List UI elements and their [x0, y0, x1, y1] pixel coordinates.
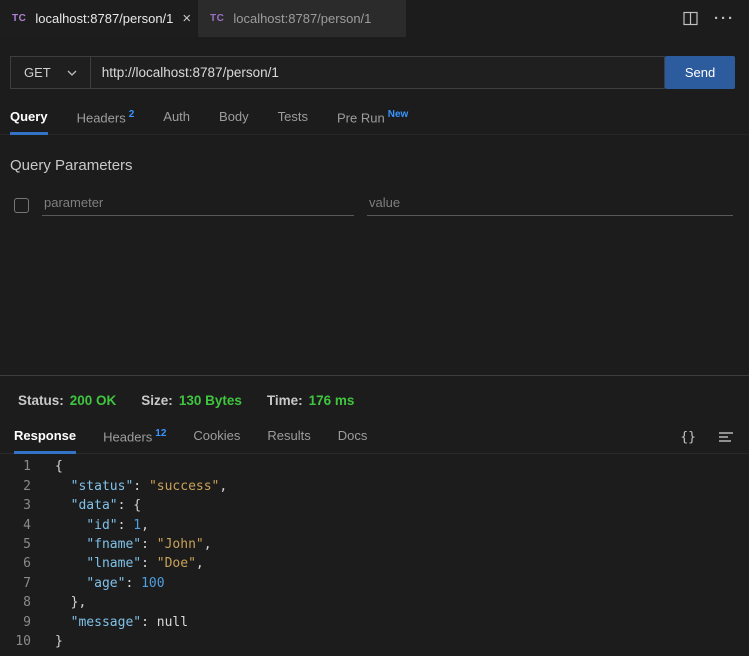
- section-title: Query Parameters: [10, 157, 749, 174]
- tab-pre-run[interactable]: Pre RunNew: [337, 102, 408, 134]
- status-value: 200 OK: [70, 393, 117, 408]
- status-item: Size: 130 Bytes: [141, 393, 242, 408]
- code-line: 6 "lname": "Doe",: [0, 554, 749, 573]
- editor-tab-active[interactable]: TC localhost:8787/person/1 ×: [0, 0, 196, 37]
- code-line: 8 },: [0, 593, 749, 612]
- response-tabs: Response Headers12 Cookies Results Docs {}: [0, 421, 749, 454]
- method-select[interactable]: GET: [10, 56, 91, 89]
- line-content: "age": 100: [55, 574, 165, 593]
- status-label: Time:: [267, 393, 303, 408]
- tab-headers[interactable]: Headers12: [103, 421, 166, 453]
- response-toolbar: {}: [680, 430, 749, 445]
- line-number: 8: [0, 593, 31, 612]
- code-line: 10}: [0, 632, 749, 651]
- status-item: Status: 200 OK: [18, 393, 116, 408]
- line-number: 1: [0, 457, 31, 476]
- query-param-row: [14, 191, 733, 216]
- tab-response[interactable]: Response: [14, 421, 76, 453]
- tab-tests[interactable]: Tests: [278, 102, 308, 134]
- method-label: GET: [24, 65, 51, 80]
- thunder-client-icon: TC: [12, 13, 26, 24]
- tab-badge: 2: [129, 109, 135, 120]
- thunder-client-icon: TC: [210, 13, 224, 24]
- tab-cookies[interactable]: Cookies: [193, 421, 240, 453]
- line-number: 9: [0, 613, 31, 632]
- tab-auth[interactable]: Auth: [163, 102, 190, 134]
- code-line: 2 "status": "success",: [0, 477, 749, 496]
- line-number: 2: [0, 477, 31, 496]
- url-input[interactable]: [91, 56, 665, 89]
- response-tabs-list: Response Headers12 Cookies Results Docs: [14, 421, 367, 453]
- param-checkbox[interactable]: [14, 198, 29, 213]
- status-label: Size:: [141, 393, 173, 408]
- editor-tab-inactive[interactable]: TC localhost:8787/person/1: [198, 0, 406, 37]
- more-actions-icon[interactable]: ···: [714, 10, 735, 27]
- line-content: "data": {: [55, 496, 141, 515]
- line-content: {: [55, 457, 63, 476]
- format-json-icon[interactable]: {}: [680, 430, 696, 445]
- tab-results[interactable]: Results: [267, 421, 310, 453]
- status-item: Time: 176 ms: [267, 393, 355, 408]
- request-bar: GET Send: [10, 56, 735, 89]
- code-line: 7 "age": 100: [0, 574, 749, 593]
- line-content: "id": 1,: [55, 516, 149, 535]
- chevron-down-icon: [67, 70, 77, 76]
- editor-actions: ···: [683, 0, 749, 37]
- status-value: 130 Bytes: [179, 393, 242, 408]
- tab-headers[interactable]: Headers2: [77, 102, 135, 134]
- code-line: 5 "fname": "John",: [0, 535, 749, 554]
- response-section: Status: 200 OK Size: 130 Bytes Time: 176 ms R…: [0, 375, 749, 656]
- line-number: 6: [0, 554, 31, 573]
- split-editor-icon[interactable]: [683, 11, 698, 26]
- parameter-input[interactable]: [42, 191, 354, 216]
- response-body: 1{2 "status": "success",3 "data": {4 "id…: [0, 454, 749, 656]
- line-number: 7: [0, 574, 31, 593]
- line-number: 10: [0, 632, 31, 651]
- line-number: 3: [0, 496, 31, 515]
- line-content: },: [55, 593, 86, 612]
- status-value: 176 ms: [309, 393, 355, 408]
- request-tabs: Query Headers2 Auth Body Tests Pre RunNew: [0, 102, 749, 135]
- menu-lines-icon[interactable]: [719, 431, 734, 443]
- code-line: 4 "id": 1,: [0, 516, 749, 535]
- send-button[interactable]: Send: [665, 56, 735, 89]
- code-line: 3 "data": {: [0, 496, 749, 515]
- line-content: "status": "success",: [55, 477, 227, 496]
- editor-tab-title: localhost:8787/person/1: [35, 11, 173, 26]
- tab-docs[interactable]: Docs: [338, 421, 368, 453]
- tab-query[interactable]: Query: [10, 102, 48, 134]
- line-number: 5: [0, 535, 31, 554]
- tab-badge: New: [388, 109, 409, 120]
- close-icon[interactable]: ×: [182, 11, 191, 26]
- line-content: "message": null: [55, 613, 188, 632]
- status-bar: Status: 200 OK Size: 130 Bytes Time: 176 ms: [0, 376, 749, 408]
- line-content: }: [55, 632, 63, 651]
- code-line: 1{: [0, 457, 749, 476]
- line-number: 4: [0, 516, 31, 535]
- value-input[interactable]: [367, 191, 733, 216]
- line-content: "fname": "John",: [55, 535, 212, 554]
- tab-badge: 12: [155, 428, 166, 439]
- line-content: "lname": "Doe",: [55, 554, 204, 573]
- editor-tab-title: localhost:8787/person/1: [233, 11, 371, 26]
- editor-tab-bar: TC localhost:8787/person/1 × TC localhos…: [0, 0, 749, 37]
- code-line: 9 "message": null: [0, 613, 749, 632]
- tab-body[interactable]: Body: [219, 102, 249, 134]
- status-label: Status:: [18, 393, 64, 408]
